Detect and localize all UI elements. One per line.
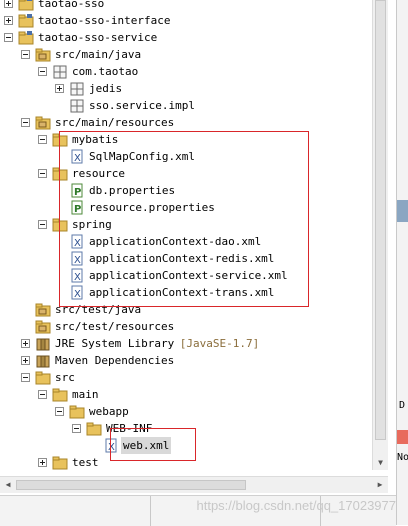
tree-item-label: taotao-sso-service [38,31,158,44]
tree-item-label: com.taotao [72,65,139,78]
expand-icon[interactable] [4,16,13,25]
tree-item-label: jedis [89,82,123,95]
expand-icon[interactable] [4,0,13,8]
folder-icon [52,455,68,470]
source-folder-icon [35,319,51,334]
view-tab-strip[interactable] [397,200,408,222]
source-folder-icon [35,302,51,317]
tree-item-label: test [72,456,99,469]
library-icon [35,336,51,351]
tree-item-label: taotao-sso-interface [38,14,171,27]
collapse-icon[interactable] [4,33,13,42]
folder-icon [86,421,102,436]
expand-icon[interactable] [21,356,30,365]
package-explorer-tree: taotao-sso taotao-sso-interface taotao-sso… [0,0,396,495]
watermark-text: https://blog.csdn.net/qq_17023977 [196,498,397,513]
collapse-icon[interactable] [72,424,81,433]
vertical-scrollbar[interactable]: ▼ [372,0,388,470]
tree-item-label: src/test/resources [55,320,175,333]
tree-item-label: Maven Dependencies [55,354,175,367]
folder-icon [35,370,51,385]
collapse-icon[interactable] [38,220,47,229]
collapse-icon[interactable] [38,169,47,178]
adjacent-view-letter: D [399,400,406,411]
expand-icon[interactable] [55,84,64,93]
collapse-icon[interactable] [21,118,30,127]
package-icon [69,81,85,96]
package-icon [52,64,68,79]
tree-item-label: taotao-sso [38,0,105,10]
collapse-icon[interactable] [38,390,47,399]
collapse-icon[interactable] [38,135,47,144]
project-folder-icon [18,13,34,28]
highlight-box [59,131,309,307]
tree-item[interactable]: src/test/resources [0,318,370,335]
tree-item[interactable]: taotao-sso-service [0,29,370,46]
adjacent-view-label: No [397,452,408,463]
scroll-left-arrow-icon[interactable]: ◀ [3,480,13,490]
adjacent-view-edge: D No [396,0,408,525]
collapse-icon[interactable] [21,50,30,59]
problems-icon[interactable] [397,430,408,444]
status-bar-divider [150,496,151,526]
tree-item[interactable]: src [0,369,370,386]
tree-item[interactable]: jedis [0,80,370,97]
tree-item[interactable]: taotao-sso-interface [0,12,370,29]
collapse-icon[interactable] [38,67,47,76]
horizontal-scrollbar[interactable]: ◀ ▶ [0,476,388,493]
source-folder-icon [35,115,51,130]
collapse-icon[interactable] [55,407,64,416]
highlight-box [110,428,196,461]
tree-item[interactable]: src/main/resources [0,114,370,131]
tree-item-label: JRE System Library [55,337,175,350]
folder-icon [52,387,68,402]
library-icon [35,353,51,368]
tree-item[interactable]: main [0,386,370,403]
tree-item-decoration: [JavaSE-1.7] [179,337,260,350]
tree-item[interactable]: Maven Dependencies [0,352,370,369]
expand-icon[interactable] [38,458,47,467]
tree-item-label: main [72,388,99,401]
folder-icon [69,404,85,419]
tree-item-label: src/main/java [55,48,142,61]
tree-item[interactable]: webapp [0,403,370,420]
tree-item[interactable]: src/main/java [0,46,370,63]
source-folder-icon [35,47,51,62]
package-icon [69,98,85,113]
tree-item[interactable]: JRE System Library [JavaSE-1.7] [0,335,370,352]
tree-item[interactable]: sso.service.impl [0,97,370,114]
scroll-down-arrow-icon[interactable]: ▼ [375,457,386,468]
tree-item[interactable]: taotao-sso [0,0,370,12]
tree-item[interactable]: com.taotao [0,63,370,80]
vertical-scrollbar-thumb[interactable] [375,0,386,440]
project-folder-icon [18,0,34,11]
tree-item-label: sso.service.impl [89,99,195,112]
tree-item-label: webapp [89,405,129,418]
scroll-right-arrow-icon[interactable]: ▶ [375,480,385,490]
project-folder-icon [18,30,34,45]
collapse-icon[interactable] [21,373,30,382]
tree-item-label: src/main/resources [55,116,175,129]
expand-icon[interactable] [21,339,30,348]
horizontal-scrollbar-thumb[interactable] [16,480,246,490]
tree-item-label: src [55,371,75,384]
